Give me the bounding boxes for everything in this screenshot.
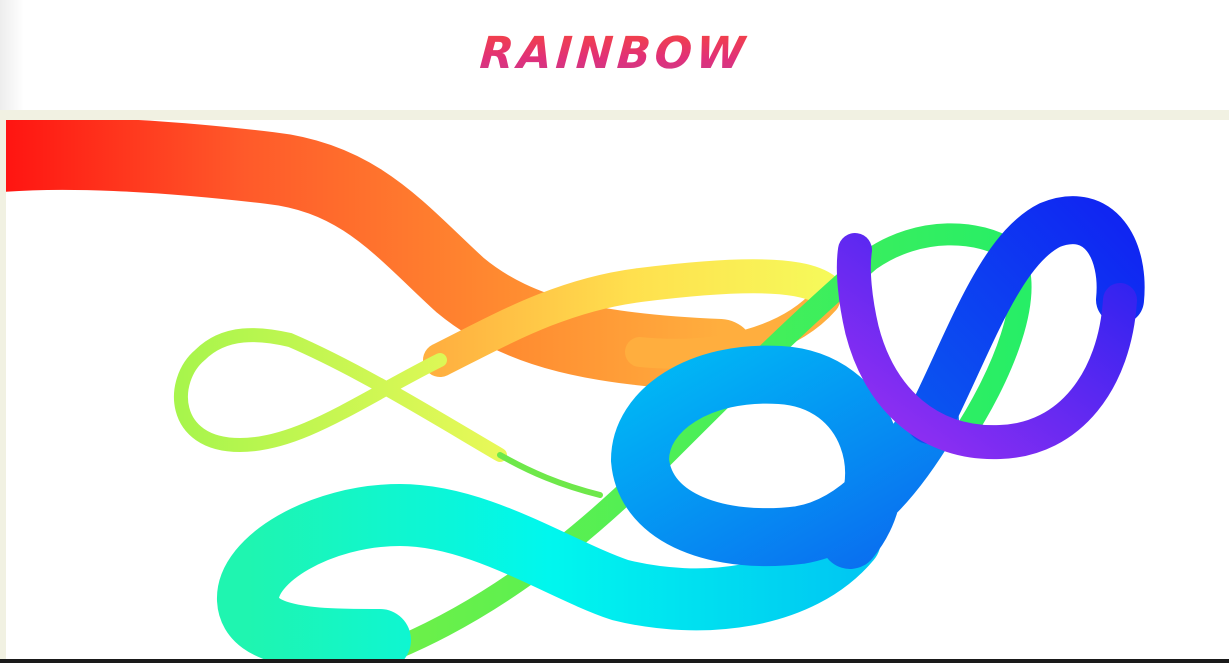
rainbow-drawing [6, 120, 1145, 659]
drawing-canvas[interactable] [6, 120, 1229, 659]
stroke-green-thin [497, 452, 603, 498]
bottom-border [0, 659, 1229, 663]
app-title: RAINBOW [478, 27, 751, 79]
stroke-red-orange [6, 120, 756, 391]
app-page: RAINBOW [0, 0, 1229, 663]
header: RAINBOW [0, 0, 1229, 110]
